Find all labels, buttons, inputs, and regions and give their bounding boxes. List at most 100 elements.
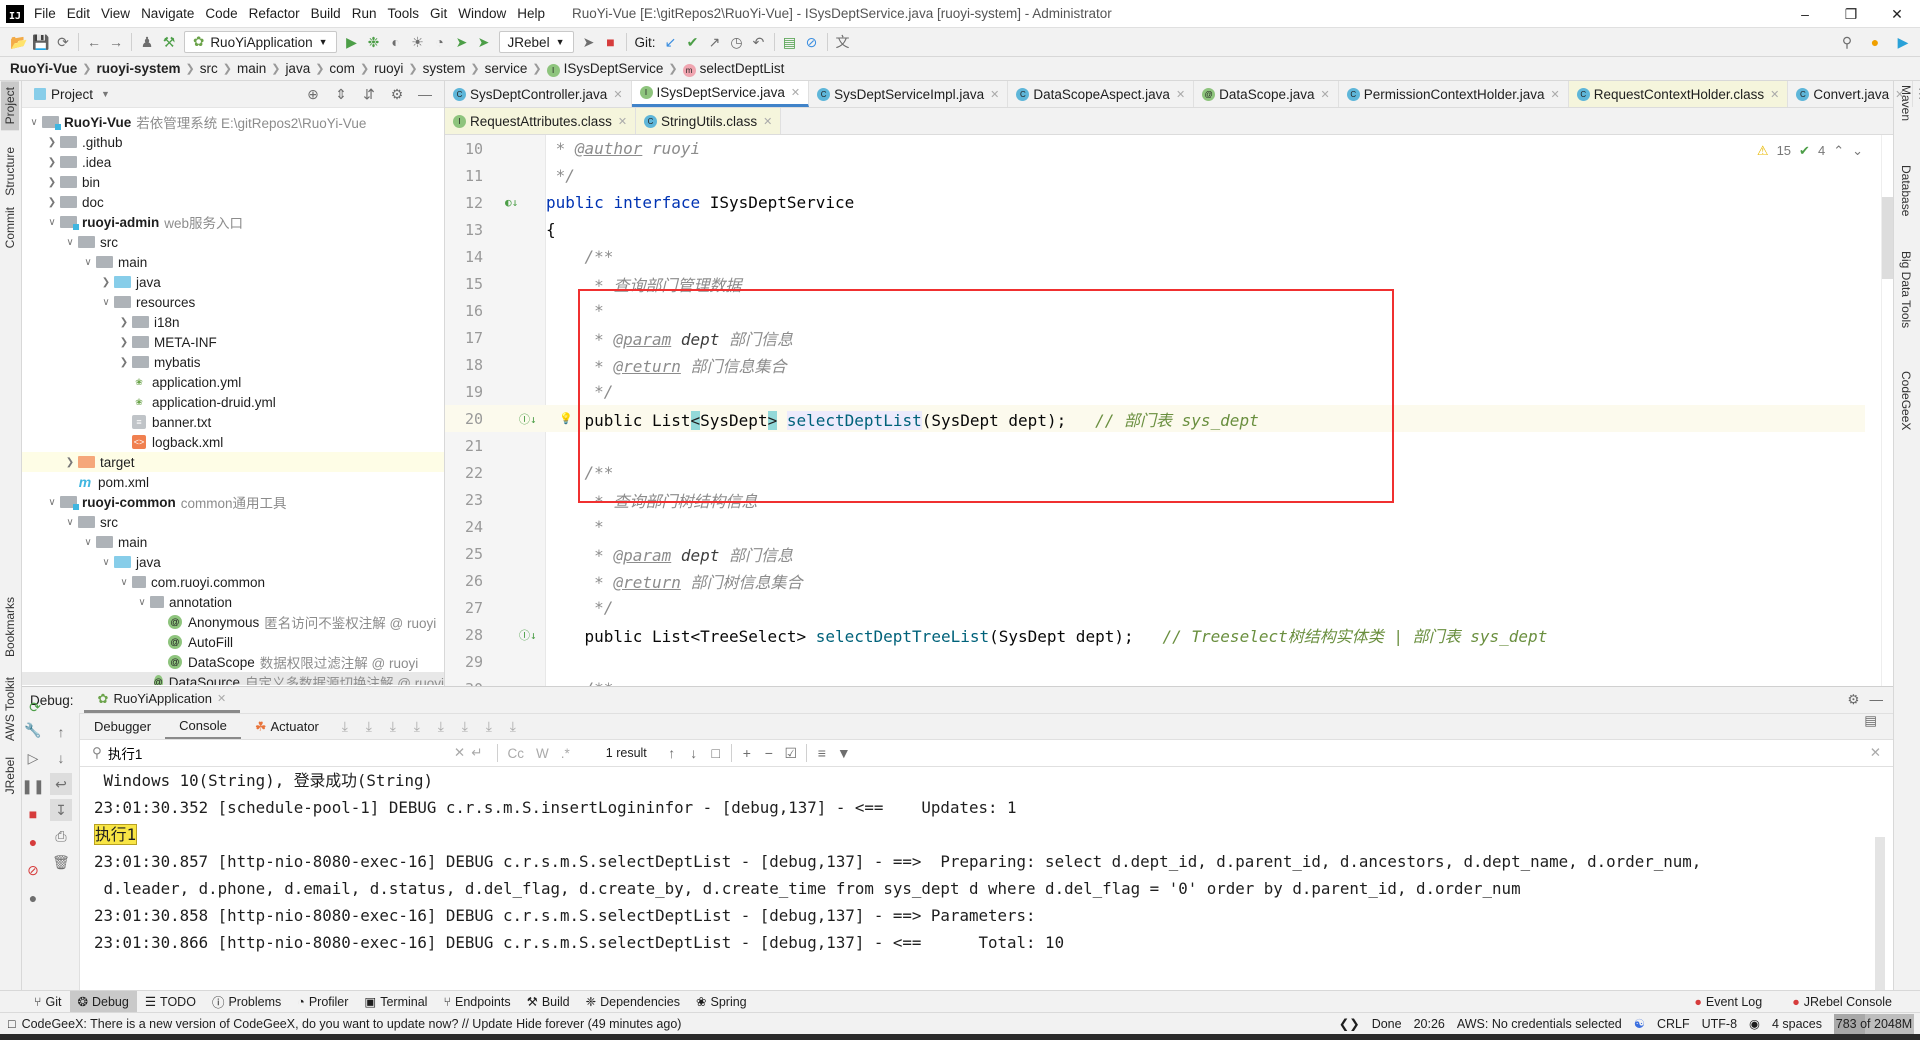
collapse-all-icon[interactable]: ⇵: [358, 83, 380, 105]
menu-run[interactable]: Run: [352, 6, 377, 21]
next-occurrence-icon[interactable]: ↓: [683, 742, 705, 764]
tree-item[interactable]: ❯ target: [22, 452, 444, 472]
menu-refactor[interactable]: Refactor: [249, 6, 300, 21]
clear-icon[interactable]: ✕: [454, 745, 465, 761]
tree-item[interactable]: ∨ ruoyi-common common通用工具: [22, 492, 444, 512]
tree-item[interactable]: ∨ main: [22, 532, 444, 552]
hide-icon[interactable]: —: [1870, 692, 1884, 708]
run-to-cursor-icon[interactable]: ⤓: [454, 716, 476, 738]
more-tabs-icon[interactable]: ⋮: [1913, 86, 1920, 102]
tree-item[interactable]: @ DataScope 数据权限过滤注解 @ ruoyi: [22, 652, 444, 672]
caret-position[interactable]: 20:26: [1414, 1017, 1445, 1031]
tree-item[interactable]: ❯ java: [22, 272, 444, 292]
implemented-down-icon[interactable]: Ⓘ↓: [519, 411, 537, 427]
down-arrow-icon[interactable]: ↓: [50, 747, 72, 769]
user-icon[interactable]: ♟: [136, 31, 158, 53]
menu-edit[interactable]: Edit: [67, 6, 90, 21]
menu-window[interactable]: Window: [458, 6, 506, 21]
up-arrow-icon[interactable]: ↑: [50, 721, 72, 743]
close-tab-icon[interactable]: ✕: [990, 88, 999, 101]
tool-window-big-data-tools[interactable]: Big Data Tools: [1899, 251, 1913, 328]
tree-item[interactable]: ∨ RuoYi-Vue 若依管理系统 E:\gitRepos2\RuoYi-Vue: [22, 112, 444, 132]
menu-file[interactable]: File: [34, 6, 56, 21]
chevron-down-icon[interactable]: ∨: [26, 117, 42, 128]
chevron-right-icon[interactable]: ❯: [44, 197, 60, 208]
console-scrollbar[interactable]: [1875, 837, 1885, 991]
chevron-down-icon[interactable]: ∨: [98, 297, 114, 308]
git-commit-icon[interactable]: ✔: [682, 31, 704, 53]
breadcrumb-item[interactable]: RuoYi-Vue: [10, 61, 77, 76]
breadcrumb-item[interactable]: ruoyi-system: [96, 61, 180, 76]
inspection-widget[interactable]: ⚠ 15 ✔ 4 ⌃ ⌄: [1757, 143, 1863, 159]
close-tab-icon[interactable]: ✕: [1320, 88, 1329, 101]
editor-tab[interactable]: I RequestAttributes.class ✕: [445, 108, 637, 134]
debug-tab-actuator[interactable]: ☘ Actuator: [241, 714, 333, 740]
file-encoding[interactable]: UTF-8: [1702, 1017, 1737, 1031]
filter-icon[interactable]: ▼: [833, 742, 855, 764]
editor-tab[interactable]: @ DataScope.java ✕: [1194, 81, 1339, 107]
memory-indicator[interactable]: 783 of 2048M: [1834, 1013, 1914, 1034]
close-tab-icon[interactable]: ✕: [791, 86, 800, 99]
tree-item[interactable]: @ Anonymous 匿名访问不鉴权注解 @ ruoyi: [22, 612, 444, 632]
save-icon[interactable]: 💾: [30, 31, 52, 53]
chevron-right-icon[interactable]: ❯: [116, 317, 132, 328]
tree-item[interactable]: ❯ i18n: [22, 312, 444, 332]
implemented-icon[interactable]: ◐↓: [505, 196, 518, 209]
layout-icon[interactable]: ▤: [1864, 713, 1877, 729]
chevron-right-icon[interactable]: ❯: [116, 357, 132, 368]
chevron-down-icon[interactable]: ∨: [80, 537, 96, 548]
close-tab-icon[interactable]: ✕: [1176, 88, 1185, 101]
menu-view[interactable]: View: [101, 6, 130, 21]
gear-icon[interactable]: ⚙: [386, 83, 408, 105]
chevron-right-icon[interactable]: ❯: [98, 277, 114, 288]
prev-occurrence-icon[interactable]: ↑: [661, 742, 683, 764]
breadcrumb-item[interactable]: m selectDeptList: [682, 61, 784, 77]
jrebel-run-icon[interactable]: ➤: [451, 31, 473, 53]
aws-status[interactable]: AWS: No credentials selected: [1457, 1017, 1622, 1031]
status-message[interactable]: CodeGeeX: There is a new version of Code…: [22, 1017, 682, 1031]
breadcrumb-item[interactable]: main: [237, 61, 266, 76]
chevron-down-icon[interactable]: ∨: [62, 517, 78, 528]
run-icon[interactable]: ▶: [341, 31, 363, 53]
menu-help[interactable]: Help: [517, 6, 545, 21]
editor-scrollbar[interactable]: [1881, 135, 1893, 686]
regex-toggle[interactable]: .*: [561, 746, 570, 761]
breadcrumb-item[interactable]: src: [200, 61, 218, 76]
tool-window-structure[interactable]: Structure: [1, 141, 19, 202]
tool-window-aws-toolkit[interactable]: AWS Toolkit: [1, 671, 19, 747]
chevron-down-icon[interactable]: ∨: [80, 257, 96, 268]
tree-item[interactable]: <> logback.xml: [22, 432, 444, 452]
tool-window-codegeex[interactable]: CodeGeeX: [1899, 371, 1913, 430]
chevron-down-icon[interactable]: ∨: [98, 557, 114, 568]
close-tab-icon[interactable]: ✕: [618, 115, 627, 128]
remove-occurrence-icon[interactable]: −: [758, 742, 780, 764]
code-area[interactable]: 10 * @author ruoyi 11 */12 ◐↓ public interf…: [445, 135, 1893, 686]
chevron-down-icon[interactable]: ∨: [116, 577, 132, 588]
match-case-toggle[interactable]: Cc: [508, 746, 525, 761]
tree-item[interactable]: ∨ com.ruoyi.common: [22, 572, 444, 592]
menu-tools[interactable]: Tools: [387, 6, 419, 21]
tool-button-todo[interactable]: ☰ TODO: [137, 991, 204, 1012]
stop-icon[interactable]: ■: [600, 31, 622, 53]
breadcrumb-item[interactable]: java: [285, 61, 310, 76]
tree-item[interactable]: ❯ doc: [22, 192, 444, 212]
tool-button-profiler[interactable]: ◔ Profiler: [289, 991, 356, 1012]
tool-button-build[interactable]: ⚒ Build: [519, 991, 578, 1012]
chevron-down-icon[interactable]: ▼: [101, 89, 110, 99]
step-out-icon[interactable]: ⤓: [406, 716, 428, 738]
minimize-button[interactable]: –: [1782, 0, 1828, 28]
tool-window-commit[interactable]: Commit: [1, 201, 19, 254]
tree-item[interactable]: ∨ src: [22, 512, 444, 532]
breadcrumb-item[interactable]: service: [485, 61, 528, 76]
tool-window-bookmarks[interactable]: Bookmarks: [1, 591, 19, 663]
editor-tab[interactable]: C RequestContextHolder.class ✕: [1568, 81, 1789, 107]
rollback-icon[interactable]: ↶: [748, 31, 770, 53]
tree-item[interactable]: ❀ application-druid.yml: [22, 392, 444, 412]
expand-all-icon[interactable]: ⇕: [330, 83, 352, 105]
tree-item[interactable]: m pom.xml: [22, 472, 444, 492]
restore-button[interactable]: ❐: [1828, 0, 1874, 28]
tool-button-event-log[interactable]: ● Event Log: [1686, 991, 1770, 1012]
rerun-icon[interactable]: ⟳: [24, 696, 46, 718]
back-icon[interactable]: ←: [83, 31, 105, 53]
chevron-down-icon[interactable]: ∨: [134, 597, 150, 608]
